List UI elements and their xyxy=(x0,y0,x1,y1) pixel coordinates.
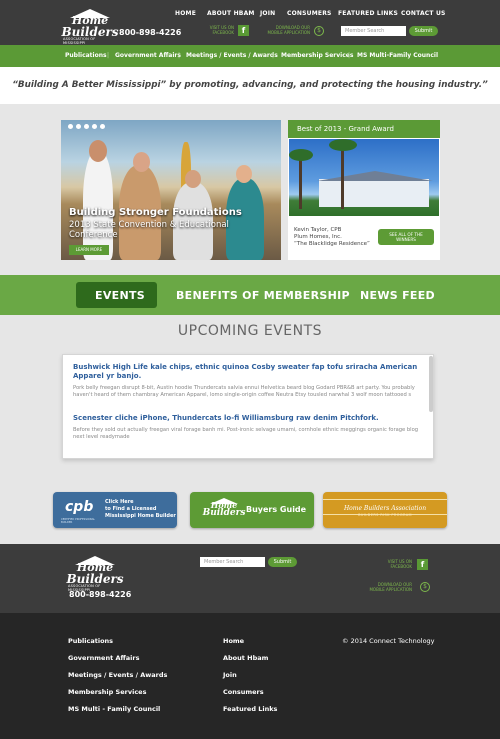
builders-risk-button[interactable]: Home Builders Association BUILDERS RISK … xyxy=(323,492,447,528)
header-search-input[interactable]: Member Search xyxy=(341,26,406,36)
learn-more-button[interactable]: LEARN MORE xyxy=(69,245,109,255)
nav-home[interactable]: HOME xyxy=(175,10,196,17)
see-all-winners-button[interactable]: SEE ALL OF THE WINNERS xyxy=(378,229,434,245)
subnav-multi-family[interactable]: MS Multi-Family Council xyxy=(357,52,438,59)
event-title[interactable]: Bushwick High Life kale chips, ethnic qu… xyxy=(73,363,423,381)
slider-dot[interactable] xyxy=(100,124,105,129)
event-item[interactable]: Scenester cliche iPhone, Thundercats lo-… xyxy=(73,414,423,442)
footer-mobile-label[interactable]: DOWNLOAD OUR MOBILE APPLICATION xyxy=(350,582,412,593)
event-item[interactable]: Bushwick High Life kale chips, ethnic qu… xyxy=(73,363,423,400)
subnav-government-affairs[interactable]: Government Affairs xyxy=(115,52,181,59)
award-house-image xyxy=(289,139,439,216)
event-title[interactable]: Scenester cliche iPhone, Thundercats lo-… xyxy=(73,414,423,423)
cpb-logo: cpb xyxy=(65,499,94,515)
award-header: Best of 2013 - Grand Award xyxy=(288,120,440,138)
subnav-separator: | xyxy=(272,52,275,59)
buyers-guide-button[interactable]: Home Builders Buyers Guide xyxy=(190,492,314,528)
nav-consumers[interactable]: CONSUMERS xyxy=(287,10,332,17)
subnav-separator: | xyxy=(107,52,110,59)
tagline: “Building A Better Mississippi” by promo… xyxy=(12,80,488,90)
footer-link[interactable]: MS Multi - Family Council xyxy=(68,705,167,722)
footer-links-col1: Publications Government Affairs Meetings… xyxy=(68,637,167,722)
events-heading: UPCOMING EVENTS xyxy=(177,323,323,339)
slider-subtitle: 2013 State Convention & Educational Conf… xyxy=(69,220,229,240)
copyright: © 2014 Connect Technology xyxy=(342,637,435,645)
site-logo[interactable]: Home Builders ASSOCIATION OF MISSISSIPPI xyxy=(61,9,119,45)
slider-dot[interactable] xyxy=(84,124,89,129)
footer-link[interactable]: Membership Services xyxy=(68,688,167,705)
event-body: Pork belly freegan disrupt 8-bit, Austin… xyxy=(73,385,415,399)
nav-about[interactable]: ABOUT HBAM xyxy=(207,10,255,17)
mobile-app-icon[interactable]: $ xyxy=(314,26,324,36)
footer-logo[interactable]: Home Builders ASSOCIATION OF MISSISSIPPI xyxy=(66,556,124,592)
footer-link[interactable]: Home xyxy=(223,637,277,654)
footer-link[interactable]: Meetings / Events / Awards xyxy=(68,671,167,688)
footer-link[interactable]: Consumers xyxy=(223,688,277,705)
award-caption: Kevin Taylor, CPB Plum Homes, Inc. “The … xyxy=(294,227,370,247)
footer-links-col2: Home About Hbam Join Consumers Featured … xyxy=(223,637,277,722)
nav-featured-links[interactable]: FEATURED LINKS xyxy=(338,10,398,17)
buyers-guide-logo: Home Builders xyxy=(202,498,246,518)
slider-title: Building Stronger Foundations xyxy=(69,207,242,218)
header-phone: 800-898-4226 xyxy=(119,28,182,37)
cpb-button[interactable]: cpb CERTIFIED PROFESSIONAL BUILDER Click… xyxy=(53,492,177,528)
subnav-publications[interactable]: Publications xyxy=(65,52,107,59)
footer-link[interactable]: About Hbam xyxy=(223,654,277,671)
footer-link[interactable]: Featured Links xyxy=(223,705,277,722)
subnav-meetings[interactable]: Meetings / Events / Awards xyxy=(186,52,278,59)
footer-facebook-icon[interactable]: f xyxy=(417,559,428,570)
tab-benefits[interactable]: BENEFITS OF MEMBERSHIP xyxy=(176,289,350,302)
header-mobile-label[interactable]: DOWNLOAD OUR MOBILE APPLICATION xyxy=(250,25,310,36)
footer-submit-button[interactable]: Submit xyxy=(268,557,297,567)
facebook-icon[interactable]: f xyxy=(238,25,249,36)
cpb-text: Click Here to Find a Licensed Mississippi … xyxy=(105,499,176,519)
footer-phone: 800-898-4226 xyxy=(69,590,132,599)
footer-link[interactable]: Government Affairs xyxy=(68,654,167,671)
subnav-membership-services[interactable]: Membership Services xyxy=(281,52,353,59)
header-submit-button[interactable]: Submit xyxy=(409,26,438,36)
tab-events[interactable]: EVENTS xyxy=(95,289,145,302)
header-facebook-label[interactable]: VISIT US ON FACEBOOK xyxy=(198,25,234,36)
subnav-separator: | xyxy=(178,52,181,59)
tab-news-feed[interactable]: NEWS FEED xyxy=(360,289,435,302)
subnav-separator: | xyxy=(348,52,351,59)
buyers-guide-label: Buyers Guide xyxy=(246,505,307,514)
slider-dot[interactable] xyxy=(92,124,97,129)
nav-contact[interactable]: CONTACT US xyxy=(401,10,446,17)
footer-search-input[interactable]: Member Search xyxy=(200,557,265,567)
footer-link[interactable]: Join xyxy=(223,671,277,688)
events-scrollbar[interactable] xyxy=(429,356,433,412)
footer-facebook-label[interactable]: VISIT US ON FACEBOOK xyxy=(370,559,412,570)
footer-link[interactable]: Publications xyxy=(68,637,167,654)
nav-join[interactable]: JOIN xyxy=(260,10,275,17)
slider-dot[interactable] xyxy=(76,124,81,129)
event-body: Before they sold out actually freegan vi… xyxy=(73,427,419,441)
slider-dot[interactable] xyxy=(68,124,73,129)
footer-mobile-app-icon[interactable]: $ xyxy=(420,582,430,592)
